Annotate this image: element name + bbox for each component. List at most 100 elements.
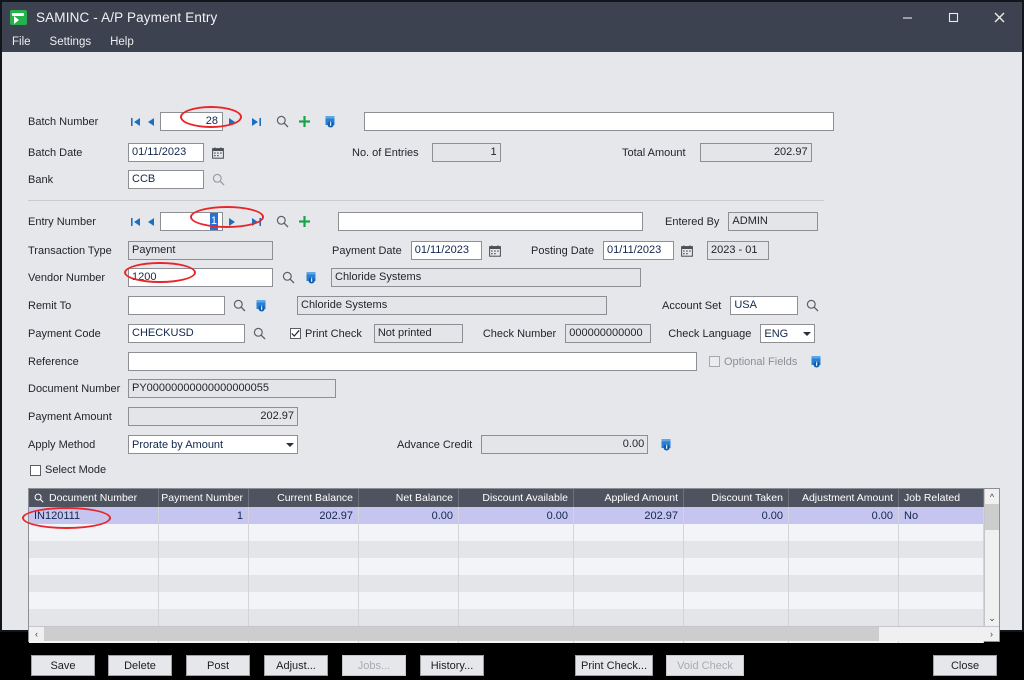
bank-finder-icon[interactable] xyxy=(209,171,227,188)
scroll-down-icon[interactable]: ⌄ xyxy=(985,611,999,626)
cell-document-number[interactable]: IN120111 xyxy=(29,507,159,524)
delete-button[interactable]: Delete xyxy=(108,655,172,676)
scroll-left-icon[interactable]: ‹ xyxy=(29,627,44,641)
grid-header-net-balance[interactable]: Net Balance xyxy=(359,489,459,507)
batch-description-field[interactable] xyxy=(364,112,834,131)
scroll-right-icon[interactable]: › xyxy=(984,627,999,641)
vendor-finder-icon[interactable] xyxy=(279,269,297,286)
close-icon[interactable] xyxy=(976,2,1022,32)
adjust-button[interactable]: Adjust... xyxy=(264,655,328,676)
payment-code-finder-icon[interactable] xyxy=(250,325,268,342)
payment-code-field[interactable]: CHECKUSD xyxy=(128,324,245,343)
reference-row: Reference Optional Fields xyxy=(28,352,825,371)
grid-header-adjustment-amount[interactable]: Adjustment Amount xyxy=(789,489,899,507)
grid-header-applied-amount[interactable]: Applied Amount xyxy=(574,489,684,507)
grid-vertical-scrollbar[interactable]: ^ ⌄ xyxy=(984,489,999,626)
advance-credit-info-icon[interactable] xyxy=(657,436,675,453)
apply-method-chevron-down-icon xyxy=(286,442,294,447)
new-batch-icon[interactable] xyxy=(295,113,313,130)
save-button[interactable]: Save xyxy=(31,655,95,676)
check-language-select[interactable]: ENG xyxy=(760,324,816,343)
minimize-icon[interactable] xyxy=(884,2,930,32)
vertical-scroll-thumb[interactable] xyxy=(985,504,999,530)
remit-finder-icon[interactable] xyxy=(230,297,248,314)
entry-description-field[interactable] xyxy=(338,212,643,231)
next-record-icon[interactable] xyxy=(225,113,240,130)
horizontal-scroll-thumb[interactable] xyxy=(44,627,879,641)
horizontal-scroll-track[interactable] xyxy=(879,627,984,641)
new-entry-icon[interactable] xyxy=(295,213,313,230)
posting-date-field[interactable]: 01/11/2023 xyxy=(602,241,674,260)
table-row[interactable] xyxy=(29,541,984,558)
cell-discount-available[interactable]: 0.00 xyxy=(459,507,574,524)
remit-info-icon[interactable] xyxy=(252,297,270,314)
reference-field[interactable] xyxy=(128,352,697,371)
grid-header-payment-number[interactable]: Payment Number xyxy=(159,489,249,507)
cell-net-balance[interactable]: 0.00 xyxy=(359,507,459,524)
cell-discount-taken[interactable]: 0.00 xyxy=(684,507,789,524)
payment-date-calendar-icon[interactable] xyxy=(486,242,504,259)
batch-number-field[interactable]: 28 xyxy=(160,112,223,131)
payment-amount-field: 202.97 xyxy=(128,407,298,426)
history-button[interactable]: History... xyxy=(420,655,484,676)
grid-header-discount-available[interactable]: Discount Available xyxy=(459,489,574,507)
post-button[interactable]: Post xyxy=(186,655,250,676)
grid-header-discount-taken[interactable]: Discount Taken xyxy=(684,489,789,507)
optional-fields-label: Optional Fields xyxy=(724,355,798,368)
table-row[interactable] xyxy=(29,609,984,626)
vertical-scroll-track[interactable] xyxy=(985,530,999,611)
maximize-icon[interactable] xyxy=(930,2,976,32)
cell-payment-number[interactable]: 1 xyxy=(159,507,249,524)
menu-item-settings[interactable]: Settings xyxy=(50,36,92,48)
cell-current-balance[interactable]: 202.97 xyxy=(249,507,359,524)
window-title: SAMINC - A/P Payment Entry xyxy=(36,9,218,25)
cell-adjustment-amount[interactable]: 0.00 xyxy=(789,507,899,524)
apply-method-select[interactable]: Prorate by Amount xyxy=(128,435,298,454)
entry-finder-icon[interactable] xyxy=(273,213,291,230)
batch-date-field[interactable]: 01/11/2023 xyxy=(128,143,204,162)
batch-number-row: Batch Number 28 xyxy=(28,112,834,131)
payment-amount-row: Payment Amount 202.97 xyxy=(28,407,298,426)
last-record-icon[interactable] xyxy=(249,113,264,130)
grid-header-current-balance[interactable]: Current Balance xyxy=(249,489,359,507)
entry-last-record-icon[interactable] xyxy=(249,213,264,230)
table-row[interactable] xyxy=(29,592,984,609)
menu-item-help[interactable]: Help xyxy=(110,36,134,48)
select-mode-checkbox[interactable]: Select Mode xyxy=(30,464,106,476)
grid-search-icon xyxy=(34,493,44,503)
entry-number-field[interactable]: 1 xyxy=(160,212,223,231)
table-row[interactable]: IN120111 1 202.97 0.00 0.00 202.97 0.00 … xyxy=(29,507,984,524)
entry-previous-record-icon[interactable] xyxy=(143,213,158,230)
account-set-finder-icon[interactable] xyxy=(803,297,821,314)
bank-field[interactable]: CCB xyxy=(128,170,204,189)
table-row[interactable] xyxy=(29,558,984,575)
vendor-info-icon[interactable] xyxy=(302,269,320,286)
close-button[interactable]: Close xyxy=(933,655,997,676)
first-record-icon[interactable] xyxy=(128,113,143,130)
cell-applied-amount[interactable]: 202.97 xyxy=(574,507,684,524)
print-check-button[interactable]: Print Check... xyxy=(575,655,653,676)
entry-next-record-icon[interactable] xyxy=(225,213,240,230)
vendor-number-field[interactable]: 1200 xyxy=(128,268,273,287)
calendar-icon[interactable] xyxy=(209,144,227,161)
batch-info-icon[interactable] xyxy=(321,113,339,130)
grid-header-job-related[interactable]: Job Related xyxy=(899,489,984,507)
entry-first-record-icon[interactable] xyxy=(128,213,143,230)
account-set-field[interactable]: USA xyxy=(730,296,799,315)
remit-to-field[interactable] xyxy=(128,296,225,315)
table-row[interactable] xyxy=(29,524,984,541)
payment-date-field[interactable]: 01/11/2023 xyxy=(410,241,482,260)
previous-record-icon[interactable] xyxy=(143,113,158,130)
grid-header-document-number[interactable]: Document Number xyxy=(29,489,159,507)
posting-date-label: Posting Date xyxy=(531,244,594,257)
grid-horizontal-scrollbar[interactable]: ‹ › xyxy=(29,626,999,641)
total-amount-field: 202.97 xyxy=(699,143,812,162)
table-row[interactable] xyxy=(29,575,984,592)
optional-fields-info-icon[interactable] xyxy=(807,353,825,370)
menu-item-file[interactable]: File xyxy=(12,36,31,48)
cell-job-related[interactable]: No xyxy=(899,507,984,524)
print-check-checkbox[interactable]: Print Check xyxy=(290,328,362,340)
batch-finder-icon[interactable] xyxy=(273,113,291,130)
posting-date-calendar-icon[interactable] xyxy=(678,242,696,259)
scroll-up-icon[interactable]: ^ xyxy=(985,489,999,504)
